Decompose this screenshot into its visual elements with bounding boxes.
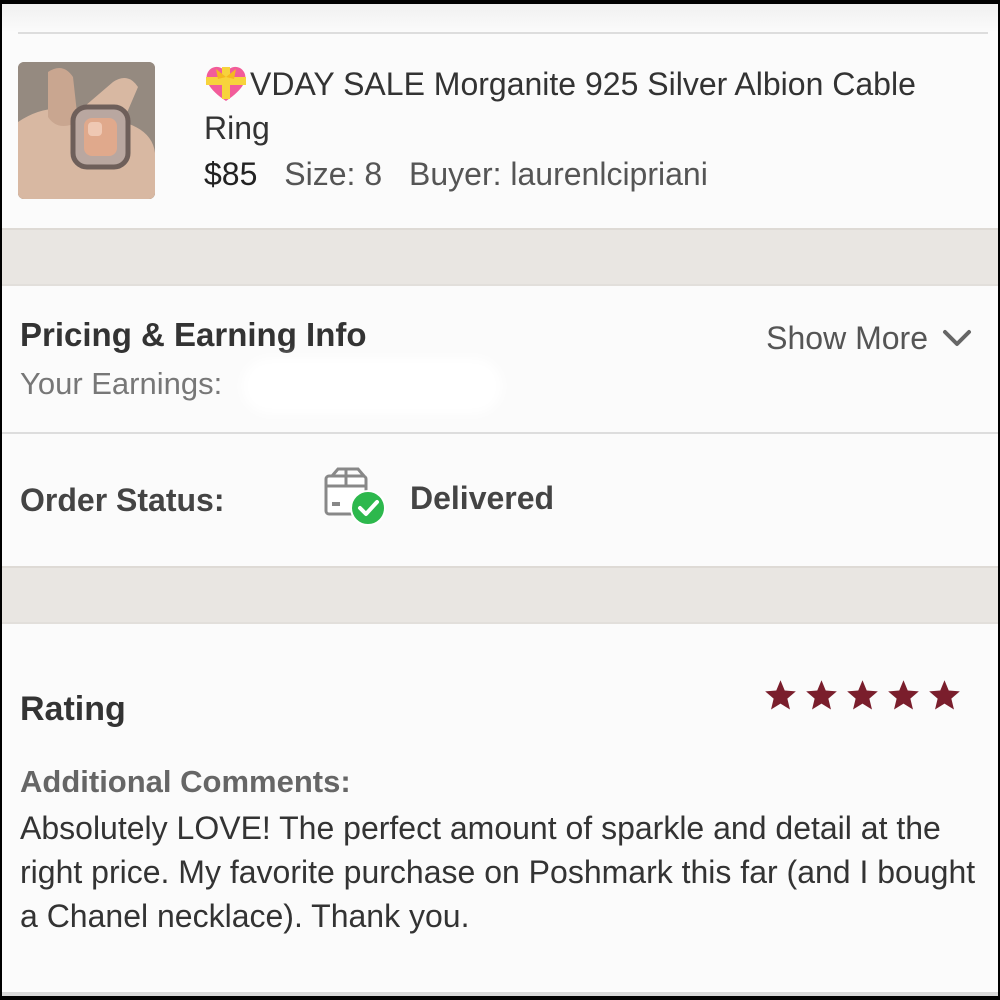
earnings-label: Your Earnings: (20, 366, 223, 401)
pricing-section: Pricing & Earning Info Your Earnings: Sh… (2, 286, 998, 434)
listing-buyer[interactable]: Buyer: laurenlcipriani (409, 156, 708, 192)
listing-title-text: VDAY SALE Morganite 925 Silver Albion Ca… (204, 66, 916, 146)
star-icon (847, 680, 878, 710)
ring-photo-icon (18, 62, 155, 199)
order-details-screen: VDAY SALE Morganite 925 Silver Albion Ca… (0, 4, 1000, 996)
listing-thumbnail[interactable] (18, 62, 155, 199)
section-separator (2, 566, 998, 624)
comments-text: Absolutely LOVE! The perfect amount of s… (20, 810, 976, 934)
rating-label: Rating (20, 690, 126, 728)
rating-section: Rating Additional Comments: Absolutely L… (2, 624, 998, 996)
star-rating (763, 678, 962, 713)
order-status-section: Order Status: Delivered (2, 436, 998, 566)
comments-label: Additional Comments: (20, 764, 351, 799)
order-status-value: Delivered (410, 480, 555, 516)
order-status-label: Order Status: (20, 482, 225, 518)
listing-meta: $85 Size: 8 Buyer: laurenlcipriani (204, 152, 708, 196)
divider (2, 432, 998, 434)
star-icon (806, 680, 837, 710)
heart-with-ribbon-icon (204, 63, 248, 103)
package-delivered-icon (324, 467, 386, 526)
listing-row[interactable]: VDAY SALE Morganite 925 Silver Albion Ca… (2, 34, 998, 228)
section-separator (2, 228, 998, 286)
star-icon (888, 680, 919, 710)
pricing-title: Pricing & Earning Info (20, 316, 367, 353)
earnings-redaction (242, 358, 502, 414)
show-more-label: Show More (766, 320, 928, 356)
bottom-rule (2, 992, 998, 996)
top-strip (2, 4, 998, 32)
listing-size: Size: 8 (284, 156, 383, 192)
listing-title[interactable]: VDAY SALE Morganite 925 Silver Albion Ca… (204, 62, 964, 150)
star-icon (929, 680, 960, 710)
chevron-down-icon (943, 329, 971, 346)
star-icon (765, 680, 796, 710)
listing-price: $85 (204, 156, 258, 192)
show-more-button[interactable]: Show More (766, 320, 972, 357)
